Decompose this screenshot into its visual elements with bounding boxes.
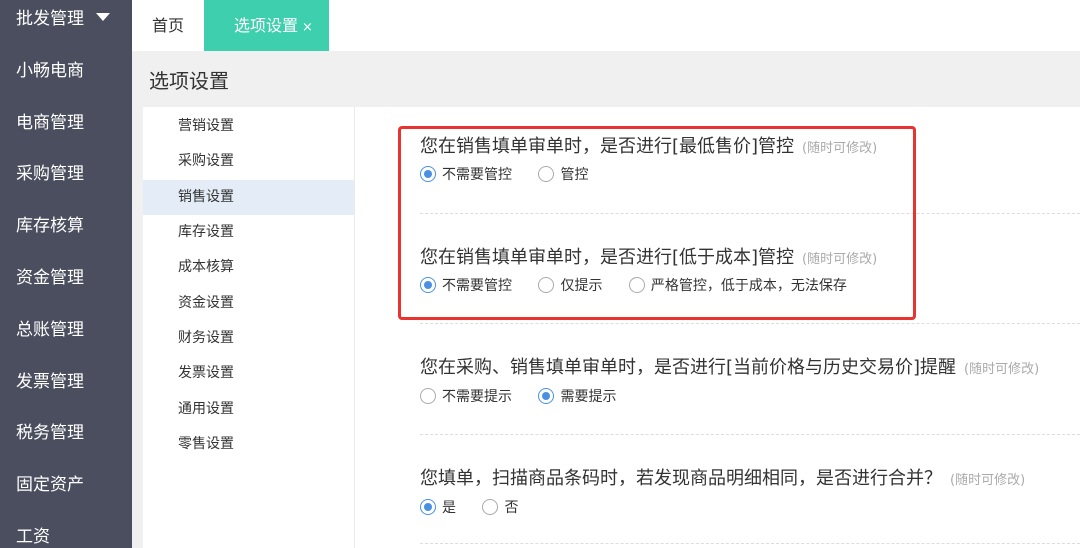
close-icon[interactable]: × [302,20,313,35]
nav-item[interactable]: 发票管理 [16,370,84,394]
option-label: 不需要提示 [442,389,512,405]
nav-item[interactable]: 采购管理 [16,162,84,186]
tab-options[interactable]: 选项设置 × [204,0,329,51]
radio-option[interactable]: 需要提示 [538,386,616,406]
divider [420,434,1080,435]
subnav-item[interactable]: 采购设置 [143,144,354,179]
nav-item-label: 批发管理 [16,9,84,29]
nav-item[interactable]: 固定资产 [16,473,84,497]
nav-item[interactable]: 小畅电商 [16,59,84,83]
page-title: 选项设置 [149,69,229,93]
option-label: 是 [442,500,456,516]
setting-options: 是 否 [420,497,540,519]
subnav-item[interactable]: 资金设置 [143,286,354,321]
radio-option[interactable]: 不需要提示 [420,386,512,406]
caret-down-icon [96,13,110,21]
question-text: 您填单，扫描商品条码时，若发现商品明细相同，是否进行合并？ [420,468,942,489]
subnav-item[interactable]: 成本核算 [143,250,354,285]
nav-item[interactable]: 库存核算 [16,214,84,238]
subnav-item[interactable]: 零售设置 [143,427,354,462]
radio-option[interactable]: 否 [482,497,518,517]
nav-item[interactable]: 工资 [16,525,50,548]
nav-item[interactable]: 总账管理 [16,318,84,342]
nav-item[interactable]: 税务管理 [16,421,84,445]
setting-options: 不需要提示 需要提示 [420,386,638,408]
tab-label: 选项设置 [234,16,299,35]
left-nav: 批发管理 小畅电商 电商管理 采购管理 库存核算 资金管理 总账管理 发票管理 … [0,0,132,548]
radio-unchecked-icon[interactable] [482,499,499,515]
setting-question: 您在采购、销售填单审单时，是否进行[当前价格与历史交易价]提醒 (随时可修改) [420,353,1039,379]
highlight-box [398,126,916,320]
option-label: 需要提示 [560,389,617,405]
option-label: 否 [504,500,519,516]
radio-checked-icon[interactable] [538,388,555,404]
page-header: 选项设置 [132,51,1080,107]
question-text: 您在采购、销售填单审单时，是否进行[当前价格与历史交易价]提醒 [420,357,957,378]
nav-item-wholesale[interactable]: 批发管理 [16,7,110,31]
subnav-item-active[interactable]: 销售设置 [143,180,354,215]
subnav-item[interactable]: 发票设置 [143,356,354,391]
tab-bar: 首页 选项设置 × [132,0,1080,51]
nav-item[interactable]: 电商管理 [16,111,84,135]
subnav-item[interactable]: 营销设置 [143,109,354,144]
divider [420,543,1080,544]
radio-checked-icon[interactable] [420,499,436,515]
nav-item[interactable]: 资金管理 [16,266,84,290]
tab-home[interactable]: 首页 [152,0,184,51]
hint-text: (随时可修改) [964,362,1040,377]
subnav-item[interactable]: 财务设置 [143,321,354,356]
radio-option[interactable]: 是 [420,497,456,517]
hint-text: (随时可修改) [950,473,1026,488]
subnav-item[interactable]: 库存设置 [143,215,354,250]
divider [420,323,1080,324]
settings-subnav: 营销设置 采购设置 销售设置 库存设置 成本核算 资金设置 财务设置 发票设置 … [143,107,355,548]
setting-question: 您填单，扫描商品条码时，若发现商品明细相同，是否进行合并？ (随时可修改) [420,464,1025,490]
radio-unchecked-icon[interactable] [420,388,436,404]
subnav-item[interactable]: 通用设置 [143,392,354,427]
